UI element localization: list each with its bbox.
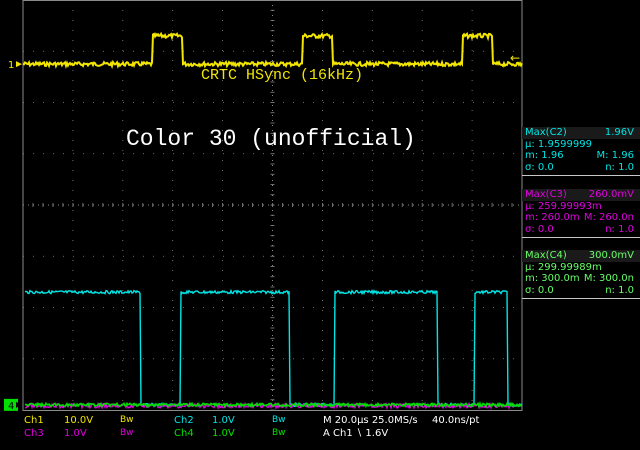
- measurement-mean: μ: 1.9599999: [525, 138, 592, 150]
- ch1-marker: 1: [8, 60, 14, 71]
- trace-label: CRTC HSync (16kHz): [201, 67, 364, 84]
- measurement-separator: [522, 237, 640, 238]
- ch1-scale: 10.0V: [64, 415, 94, 426]
- measurement-max: M: 1.96: [596, 150, 634, 161]
- measurement-value: 260.0mV: [588, 189, 634, 200]
- measurement-sigma: σ: 0.0: [525, 223, 554, 235]
- ch3-bw: Bw: [120, 428, 134, 438]
- ch2-scale: 1.0V: [212, 415, 235, 426]
- ch2-bw: Bw: [272, 415, 286, 425]
- trigger-info: A Ch1 ∖ 1.6V: [323, 428, 389, 439]
- measurement-separator: [522, 298, 640, 299]
- measurement-mean: μ: 259.99993m: [525, 200, 602, 212]
- measurement-separator: [522, 175, 640, 176]
- measurement-count: n: 1.0: [605, 223, 634, 235]
- measurement-count: n: 1.0: [605, 284, 634, 296]
- measurement-block: Max(C2) 1.96V μ: 1.9599999 m: 1.96 M: 1.96 σ:…: [522, 127, 640, 176]
- measurement-mean: μ: 299.99989m: [525, 261, 602, 273]
- measurement-count: n: 1.0: [605, 161, 634, 173]
- measurement-min: m: 260.0m: [525, 212, 580, 223]
- ch4-label: Ch4: [174, 428, 194, 439]
- ch3-label: Ch3: [24, 428, 44, 439]
- sample-interval: 40.0ns/pt: [432, 415, 480, 426]
- measurement-block: Max(C3) 260.0mV μ: 259.99993m m: 260.0m M: 2…: [522, 189, 640, 238]
- ch1-bw: Bw: [120, 415, 134, 425]
- measurement-value: 1.96V: [604, 127, 634, 138]
- ch4-bw: Bw: [272, 428, 286, 438]
- measurement-max: M: 300.0n: [583, 273, 634, 284]
- measurement-block: Max(C4) 300.0mV μ: 299.99989m m: 300.0m M: 3…: [522, 250, 640, 299]
- measurement-name: Max(C3): [525, 189, 567, 200]
- timebase: M 20.0μs 25.0MS/s: [323, 415, 418, 426]
- measurement-max: M: 260.0n: [583, 212, 634, 223]
- ch3-scale: 1.0V: [64, 428, 87, 439]
- measurement-name: Max(C4): [525, 250, 567, 261]
- measurement-sigma: σ: 0.0: [525, 161, 554, 173]
- ch4-scale: 1.0V: [212, 428, 235, 439]
- trigger-level-arrow: ←: [510, 51, 520, 65]
- measurement-value: 300.0mV: [588, 250, 634, 261]
- measurement-sigma: σ: 0.0: [525, 284, 554, 296]
- measurement-min: m: 1.96: [525, 150, 564, 161]
- ch2-label: Ch2: [174, 415, 194, 426]
- screen-title: Color 30 (unofficial): [126, 126, 416, 152]
- ch4-marker: 4: [8, 401, 14, 412]
- ch1-label: Ch1: [24, 415, 44, 426]
- measurement-name: Max(C2): [525, 127, 567, 138]
- measurement-min: m: 300.0m: [525, 273, 580, 284]
